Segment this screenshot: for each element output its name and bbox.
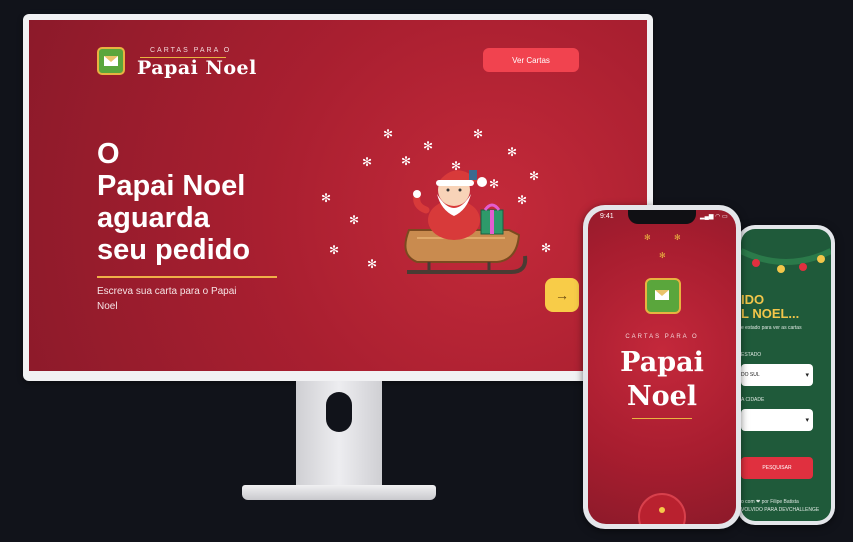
footer-challenge: VOLVIDO PARA DEVCHALLENGE: [741, 507, 820, 513]
phone-main-screen: 9:41 ▂▄▆ ◠ ▭ ✻ ✻ ✻ CARTAS PARA O Papai N…: [588, 210, 736, 524]
chevron-down-icon: ▾: [805, 372, 809, 379]
monitor-stand-hole: [326, 392, 352, 432]
envelope-logo-icon[interactable]: [97, 47, 125, 75]
snowflake-icon: ✻: [541, 241, 552, 255]
title-line: IDO: [741, 292, 765, 307]
snowflake-icon: ✻: [362, 155, 373, 169]
snowflake-icon: ✻: [473, 127, 484, 141]
logo-title[interactable]: Papai Noel: [137, 57, 257, 79]
snowflake-icon: ✻: [383, 127, 394, 141]
city-select[interactable]: ▾: [741, 409, 813, 431]
hero-heading: O Papai Noel aguarda seu pedido: [97, 138, 297, 266]
logo-divider: [632, 418, 692, 419]
status-time: 9:41: [600, 213, 614, 220]
desktop-monitor: CARTAS PARA O Papai Noel Ver Cartas O Pa…: [23, 14, 653, 381]
snowflake-icon: ✻: [329, 243, 340, 257]
hero-line: Papai Noel: [97, 170, 246, 202]
footer-credit: o com ❤ por Filipe Batista: [741, 499, 799, 505]
santa-sleigh-illustration: [404, 170, 528, 274]
phone-secondary: IDO L NOEL... e estado para ver as carta…: [737, 225, 835, 525]
snowflake-icon: ✻: [644, 233, 651, 242]
snowflake-icon: ✻: [659, 251, 666, 260]
phone-notch: [628, 210, 696, 224]
envelope-logo-icon: [645, 278, 681, 314]
snowflake-icon: ✻: [529, 169, 540, 183]
snowflake-icon: ✻: [321, 191, 332, 205]
snowflake-icon: ✻: [507, 145, 518, 159]
desktop-screen: CARTAS PARA O Papai Noel Ver Cartas O Pa…: [29, 20, 647, 371]
button-dot-icon: [659, 507, 665, 513]
hero-line: O: [97, 138, 120, 170]
snowflake-icon: ✻: [367, 257, 378, 271]
status-icons: ▂▄▆ ◠ ▭: [700, 214, 728, 220]
logo-subtitle: CARTAS PARA O: [150, 47, 232, 54]
hero-subtitle: Escreva sua carta para o Papai Noel: [97, 286, 237, 312]
phone-secondary-title: IDO L NOEL...: [741, 293, 831, 321]
snowflake-icon: ✻: [674, 233, 681, 242]
state-select[interactable]: DO SUL ▾: [741, 364, 813, 386]
phone-secondary-screen: IDO L NOEL... e estado para ver as carta…: [741, 229, 831, 521]
logo-subtitle: CARTAS PARA O: [625, 334, 699, 340]
hero-line: aguarda: [97, 202, 210, 234]
monitor-stand-base: [242, 485, 436, 500]
search-button[interactable]: PESQUISAR: [741, 457, 813, 479]
phone-secondary-subtitle: e estado para ver as cartas: [741, 325, 802, 331]
state-value: DO SUL: [741, 372, 760, 378]
garland-decoration: [741, 248, 831, 273]
logo-title-line: Papai: [620, 347, 704, 378]
phone-main: 9:41 ▂▄▆ ◠ ▭ ✻ ✻ ✻ CARTAS PARA O Papai N…: [583, 205, 741, 529]
snowflake-icon: ✻: [423, 139, 434, 153]
hero-divider: [97, 276, 277, 278]
ver-cartas-button[interactable]: Ver Cartas: [483, 48, 579, 72]
state-label: ESTADO: [741, 352, 762, 358]
chevron-down-icon: ▾: [805, 417, 809, 424]
arrow-right-icon[interactable]: →: [545, 278, 579, 312]
logo-title-line: Noel: [626, 381, 698, 412]
start-button[interactable]: [638, 493, 686, 524]
title-line: L NOEL...: [741, 306, 800, 321]
snowflake-icon: ✻: [349, 213, 360, 227]
city-label: A CIDADE: [741, 397, 765, 403]
hero-line: seu pedido: [97, 234, 251, 266]
